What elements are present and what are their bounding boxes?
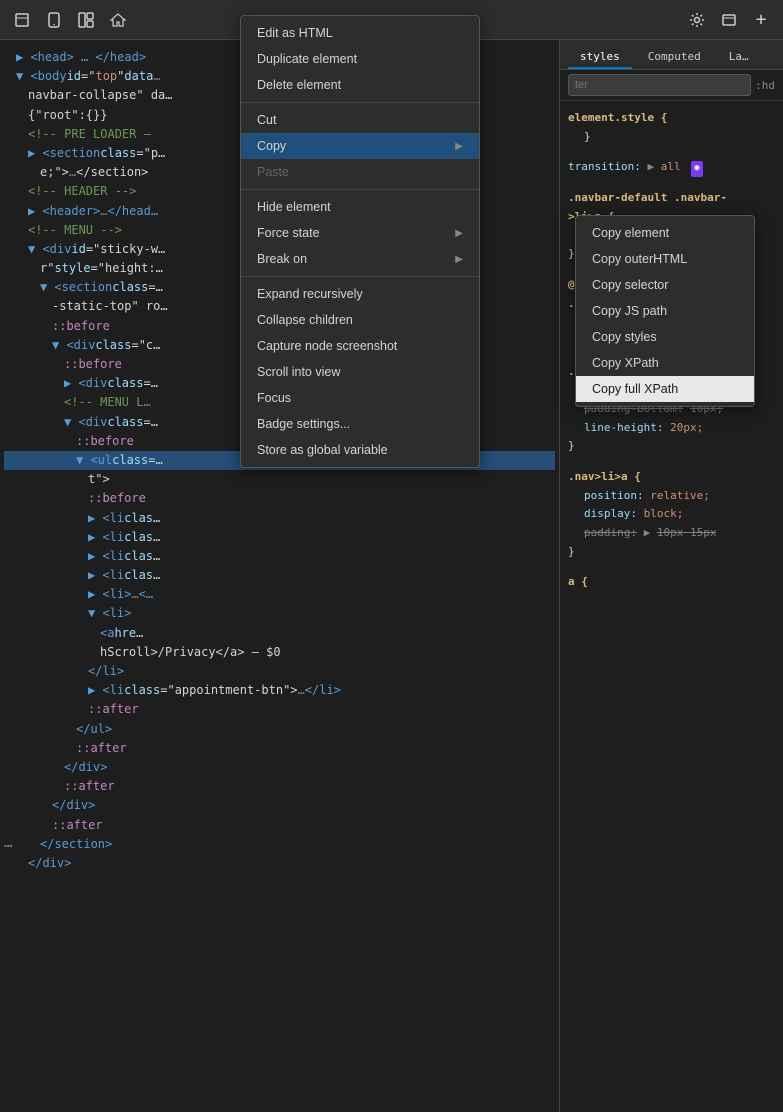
menu-item-delete-element[interactable]: Delete element [241, 72, 479, 98]
menu-separator-2 [241, 189, 479, 190]
menu-item-force-state[interactable]: Force state ▶ [241, 220, 479, 246]
submenu-arrow-break: ▶ [455, 254, 463, 265]
submenu-arrow-force: ▶ [455, 228, 463, 239]
menu-item-collapse-children[interactable]: Collapse children [241, 307, 479, 333]
submenu-item-copy-full-xpath[interactable]: Copy full XPath [576, 376, 754, 402]
menu-item-capture-screenshot[interactable]: Capture node screenshot [241, 333, 479, 359]
menu-item-badge-settings[interactable]: Badge settings... [241, 411, 479, 437]
menu-item-break-on[interactable]: Break on ▶ [241, 246, 479, 272]
primary-context-menu: Edit as HTML Duplicate element Delete el… [240, 15, 480, 468]
submenu-arrow-copy: ▶ [455, 141, 463, 152]
menu-item-edit-as-html[interactable]: Edit as HTML [241, 20, 479, 46]
submenu-item-copy-outerhtml[interactable]: Copy outerHTML [576, 246, 754, 272]
copy-submenu: Copy element Copy outerHTML Copy selecto… [575, 215, 755, 407]
menu-item-duplicate-element[interactable]: Duplicate element [241, 46, 479, 72]
menu-separator-3 [241, 276, 479, 277]
submenu-item-copy-styles[interactable]: Copy styles [576, 324, 754, 350]
menu-item-copy[interactable]: Copy ▶ [241, 133, 479, 159]
submenu-item-copy-selector[interactable]: Copy selector [576, 272, 754, 298]
menu-item-store-global[interactable]: Store as global variable [241, 437, 479, 463]
submenu-item-copy-element[interactable]: Copy element [576, 220, 754, 246]
submenu-item-copy-xpath[interactable]: Copy XPath [576, 350, 754, 376]
menu-separator-1 [241, 102, 479, 103]
submenu-item-copy-js-path[interactable]: Copy JS path [576, 298, 754, 324]
menu-item-focus[interactable]: Focus [241, 385, 479, 411]
menu-item-cut[interactable]: Cut [241, 107, 479, 133]
menu-item-expand-recursively[interactable]: Expand recursively [241, 281, 479, 307]
menu-item-scroll-into-view[interactable]: Scroll into view [241, 359, 479, 385]
menu-item-hide-element[interactable]: Hide element [241, 194, 479, 220]
context-menu-overlay: Edit as HTML Duplicate element Delete el… [0, 0, 783, 1112]
menu-item-paste: Paste [241, 159, 479, 185]
